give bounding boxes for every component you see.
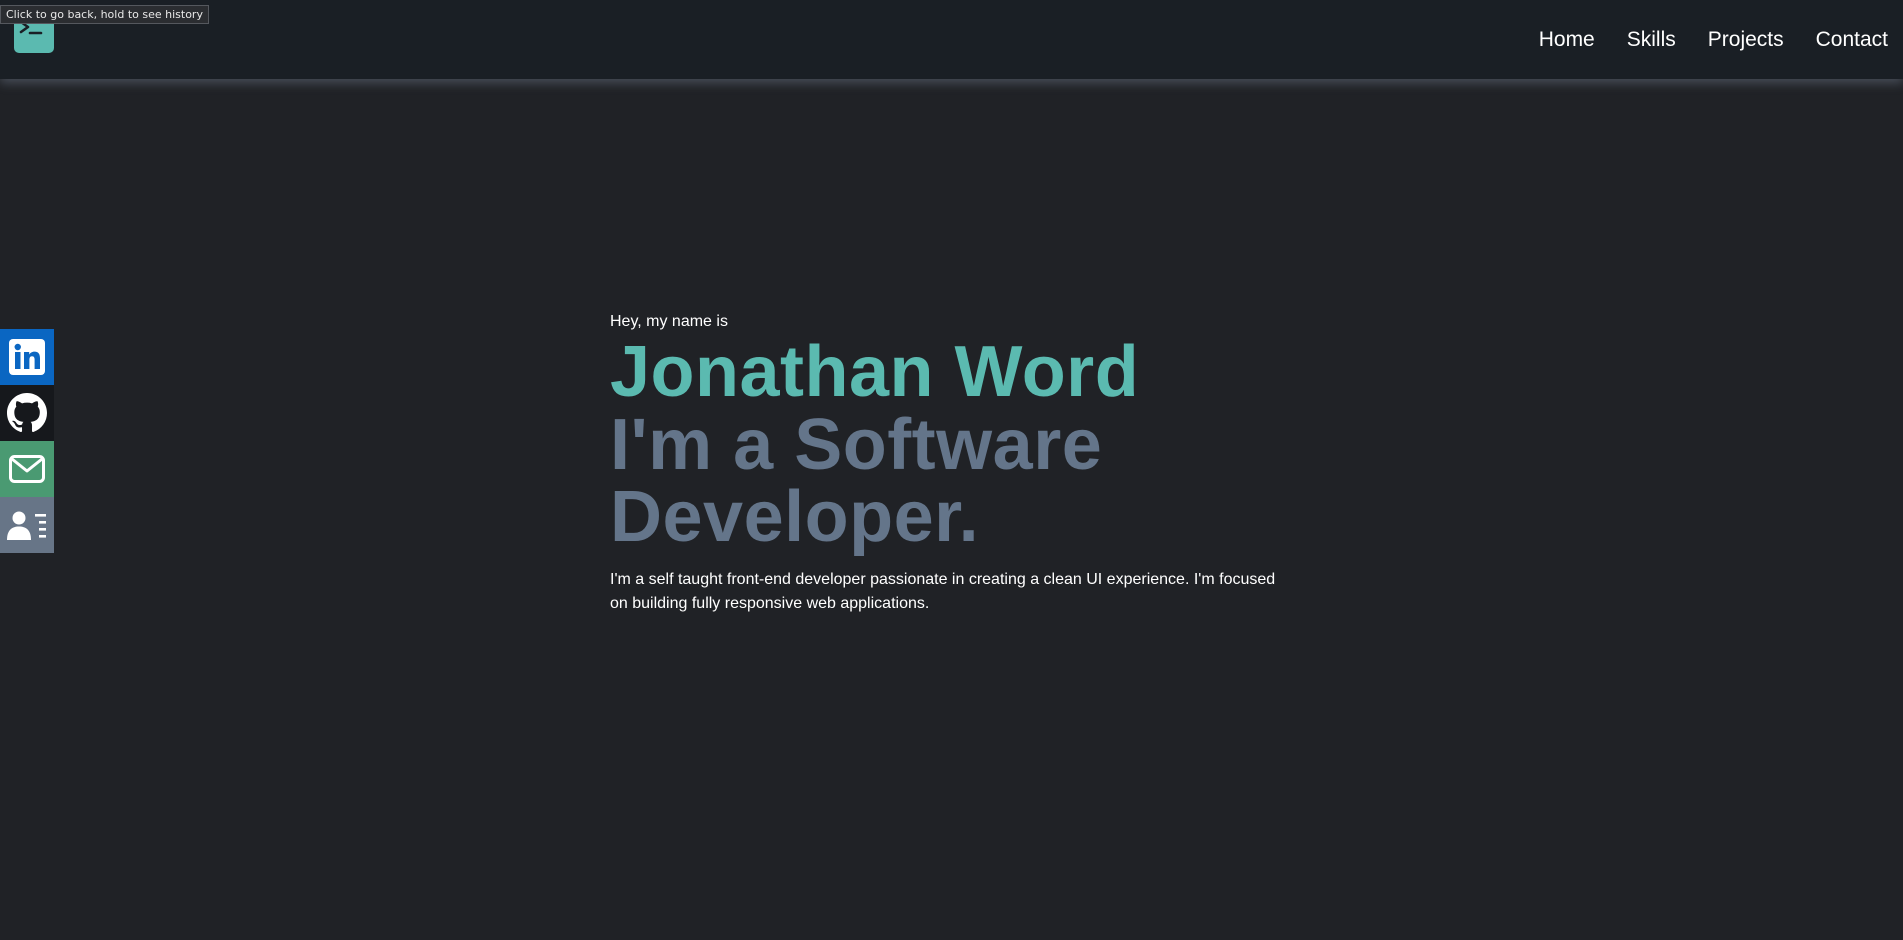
hero-section: Hey, my name is Jonathan Word I'm a Soft… (610, 313, 1310, 616)
linkedin-icon (9, 339, 45, 375)
nav-projects-link[interactable]: Projects (1708, 28, 1784, 52)
email-link[interactable] (0, 441, 54, 497)
github-link[interactable] (0, 385, 54, 441)
github-icon (7, 393, 47, 433)
social-sidebar (0, 329, 54, 553)
resume-icon (7, 511, 46, 540)
back-button-tooltip: Click to go back, hold to see history (0, 5, 209, 24)
resume-link[interactable] (0, 497, 54, 553)
email-icon (9, 455, 45, 483)
hero-tagline: I'm a Software Developer. (610, 405, 1103, 557)
hero-name: Jonathan Word (610, 332, 1140, 412)
hero-intro: Hey, my name is (610, 313, 728, 330)
hero-about: I'm a self taught front-end developer pa… (610, 571, 1276, 612)
linkedin-link[interactable] (0, 329, 54, 385)
nav-skills-link[interactable]: Skills (1627, 28, 1676, 52)
nav-home-link[interactable]: Home (1539, 28, 1595, 52)
main-nav: Home Skills Projects Contact (1539, 0, 1903, 79)
top-navbar: Home Skills Projects Contact (0, 0, 1903, 79)
nav-contact-link[interactable]: Contact (1816, 28, 1888, 52)
